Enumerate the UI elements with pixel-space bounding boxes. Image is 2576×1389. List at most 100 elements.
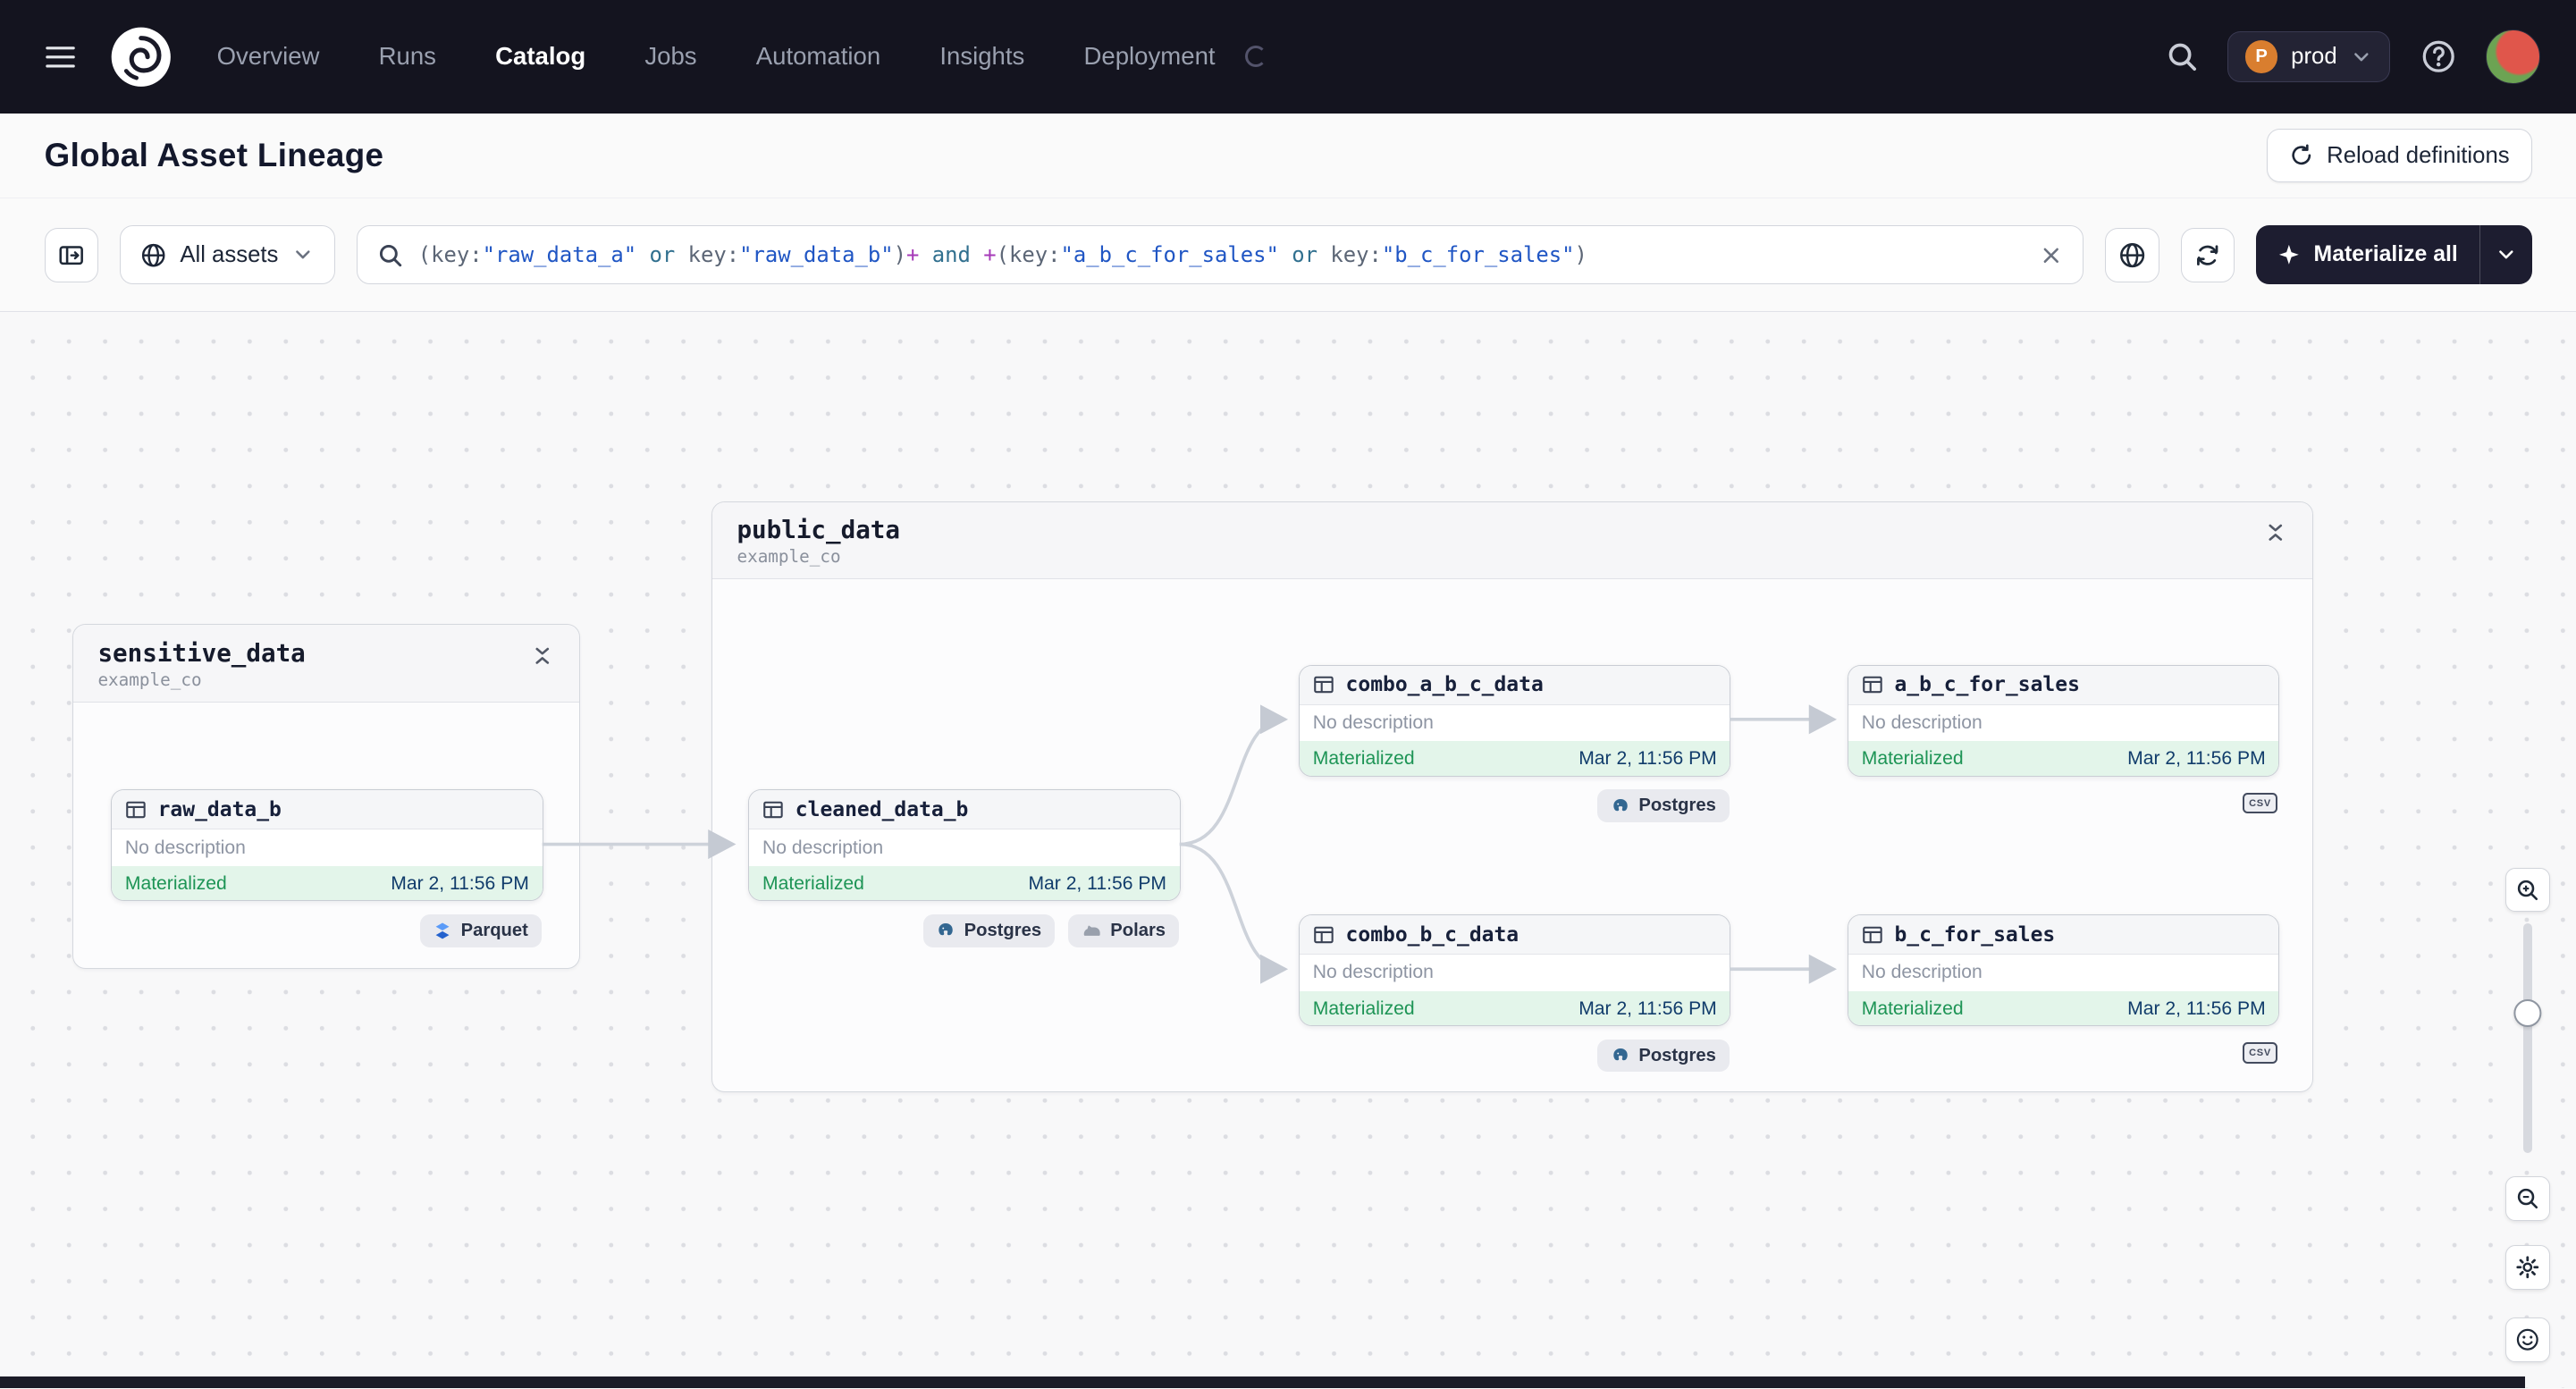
sparkle-icon bbox=[2277, 243, 2301, 266]
deployment-switcher[interactable]: P prod bbox=[2227, 30, 2391, 82]
materialize-options-button[interactable] bbox=[2479, 225, 2532, 285]
nav-item-automation[interactable]: Automation bbox=[756, 42, 880, 71]
nav-item-catalog[interactable]: Catalog bbox=[495, 42, 585, 71]
asset-group-public-data[interactable]: public_data example_co cleaned_data_b No… bbox=[711, 501, 2314, 1093]
asset-node-a-b-c-for-sales[interactable]: a_b_c_for_sales No description Materiali… bbox=[1848, 664, 2280, 777]
asset-node-combo-a-b-c-data[interactable]: combo_a_b_c_data No description Material… bbox=[1299, 664, 1731, 777]
asset-description: No description bbox=[1861, 962, 1983, 983]
gear-icon bbox=[2515, 1255, 2540, 1280]
clear-query-button[interactable] bbox=[2039, 243, 2064, 268]
collapse-group-button[interactable] bbox=[2258, 515, 2293, 550]
reload-icon bbox=[2289, 143, 2314, 168]
graph-settings-button[interactable] bbox=[2505, 1245, 2550, 1290]
asset-group-sensitive-data[interactable]: sensitive_data example_co raw_data_b No … bbox=[72, 624, 580, 970]
asset-node-header: raw_data_b bbox=[112, 790, 543, 830]
refresh-icon bbox=[2194, 242, 2220, 268]
asset-description: No description bbox=[762, 837, 884, 858]
tag-polars[interactable]: Polars bbox=[1067, 913, 1179, 947]
asset-node-combo-b-c-data[interactable]: combo_b_c_data No description Materializ… bbox=[1299, 913, 1731, 1026]
asset-node-header: a_b_c_for_sales bbox=[1848, 665, 2279, 705]
zoom-in-button[interactable] bbox=[2505, 867, 2550, 913]
smiley-icon bbox=[2515, 1327, 2540, 1352]
materialized-label: Materialized bbox=[124, 873, 227, 895]
asset-name: raw_data_b bbox=[157, 797, 282, 821]
asset-name: b_c_for_sales bbox=[1894, 922, 2056, 947]
asset-node-cleaned-data-b[interactable]: cleaned_data_b No description Materializ… bbox=[748, 789, 1181, 902]
materialized-timestamp[interactable]: Mar 2, 11:56 PM bbox=[1578, 998, 1717, 1020]
postgres-icon bbox=[1611, 796, 1630, 816]
materialized-timestamp[interactable]: Mar 2, 11:56 PM bbox=[1578, 748, 1717, 770]
asset-node-header: cleaned_data_b bbox=[749, 790, 1180, 830]
toggle-sidebar-button[interactable] bbox=[44, 227, 99, 282]
tag-parquet[interactable]: Parquet bbox=[419, 913, 542, 947]
csv-icon[interactable]: CSV bbox=[2242, 1042, 2278, 1064]
hamburger-menu-button[interactable] bbox=[36, 36, 85, 79]
collapse-group-button[interactable] bbox=[525, 638, 560, 673]
panel-toggle-icon bbox=[58, 242, 84, 268]
graph-view-button[interactable] bbox=[2105, 227, 2159, 282]
question-icon bbox=[2420, 38, 2456, 74]
asset-node-header: b_c_for_sales bbox=[1848, 914, 2279, 955]
materialized-timestamp[interactable]: Mar 2, 11:56 PM bbox=[2127, 748, 2266, 770]
materialized-timestamp[interactable]: Mar 2, 11:56 PM bbox=[391, 873, 529, 895]
group-subtitle: example_co bbox=[737, 546, 841, 568]
user-avatar[interactable] bbox=[2486, 29, 2540, 84]
tag-postgres[interactable]: Postgres bbox=[922, 913, 1055, 947]
asset-tags: Parquet bbox=[419, 913, 542, 947]
nav-item-runs[interactable]: Runs bbox=[379, 42, 436, 71]
deployment-badge: P bbox=[2244, 40, 2278, 73]
feedback-button[interactable] bbox=[2505, 1317, 2550, 1362]
tag-label: Postgres bbox=[1638, 796, 1716, 816]
chevron-down-icon bbox=[2350, 46, 2373, 69]
materialized-label: Materialized bbox=[1861, 998, 1964, 1019]
asset-status-bar: Materialized Mar 2, 11:56 PM bbox=[1848, 990, 2279, 1025]
nav-item-jobs[interactable]: Jobs bbox=[644, 42, 696, 71]
lineage-toolbar: All assets (key:"raw_data_a" or key:"raw… bbox=[0, 198, 2576, 313]
table-icon bbox=[1862, 674, 1883, 695]
csv-icon[interactable]: CSV bbox=[2242, 792, 2278, 814]
materialize-all-button[interactable]: Materialize all bbox=[2256, 225, 2479, 284]
group-title: public_data bbox=[737, 515, 900, 545]
group-header: public_data example_co bbox=[711, 501, 2313, 579]
zoom-out-button[interactable] bbox=[2505, 1176, 2550, 1221]
zoom-slider-knob[interactable] bbox=[2513, 998, 2542, 1027]
dagster-logo[interactable] bbox=[108, 24, 174, 90]
asset-selection-query[interactable]: (key:"raw_data_a" or key:"raw_data_b")+ … bbox=[418, 242, 2024, 267]
reload-definitions-button[interactable]: Reload definitions bbox=[2267, 128, 2532, 183]
materialized-timestamp[interactable]: Mar 2, 11:56 PM bbox=[1028, 873, 1166, 895]
asset-selection-input[interactable]: (key:"raw_data_a" or key:"raw_data_b")+ … bbox=[356, 225, 2084, 285]
tag-postgres[interactable]: Postgres bbox=[1597, 789, 1730, 823]
hamburger-icon bbox=[46, 46, 75, 69]
refresh-button[interactable] bbox=[2180, 227, 2235, 282]
zoom-slider[interactable] bbox=[2505, 923, 2550, 1157]
asset-node-raw-data-b[interactable]: raw_data_b No description Materialized M… bbox=[111, 789, 543, 902]
group-header: sensitive_data example_co bbox=[72, 625, 579, 703]
asset-tags: Postgres bbox=[1597, 1039, 1730, 1073]
asset-scope-label: All assets bbox=[180, 241, 279, 267]
close-icon bbox=[2039, 243, 2064, 268]
materialize-all-label: Materialize all bbox=[2313, 242, 2458, 267]
postgres-icon bbox=[936, 921, 955, 940]
materialized-label: Materialized bbox=[1861, 748, 1964, 770]
table-icon bbox=[1862, 924, 1883, 946]
lineage-canvas[interactable]: sensitive_data example_co raw_data_b No … bbox=[0, 312, 2576, 1389]
deployment-name: prod bbox=[2291, 43, 2337, 69]
search-button[interactable] bbox=[2166, 40, 2199, 73]
tag-postgres[interactable]: Postgres bbox=[1597, 1039, 1730, 1073]
materialized-timestamp[interactable]: Mar 2, 11:56 PM bbox=[2127, 998, 2266, 1020]
asset-tags: Postgres bbox=[1597, 789, 1730, 823]
search-icon bbox=[2166, 40, 2199, 73]
asset-scope-dropdown[interactable]: All assets bbox=[120, 225, 335, 285]
chevron-down-icon bbox=[2495, 243, 2518, 266]
asset-status-bar: Materialized Mar 2, 11:56 PM bbox=[1300, 741, 1730, 776]
nav-item-overview[interactable]: Overview bbox=[217, 42, 320, 71]
asset-name: combo_b_c_data bbox=[1345, 922, 1520, 947]
globe-icon bbox=[2118, 241, 2146, 269]
zoom-slider-track[interactable] bbox=[2523, 923, 2532, 1154]
table-icon bbox=[125, 799, 147, 821]
nav-item-deployment[interactable]: Deployment bbox=[1083, 42, 1215, 71]
nav-item-insights[interactable]: Insights bbox=[939, 42, 1024, 71]
asset-node-b-c-for-sales[interactable]: b_c_for_sales No description Materialize… bbox=[1848, 913, 2280, 1026]
tag-label: Postgres bbox=[964, 920, 1042, 940]
help-button[interactable] bbox=[2420, 38, 2456, 74]
